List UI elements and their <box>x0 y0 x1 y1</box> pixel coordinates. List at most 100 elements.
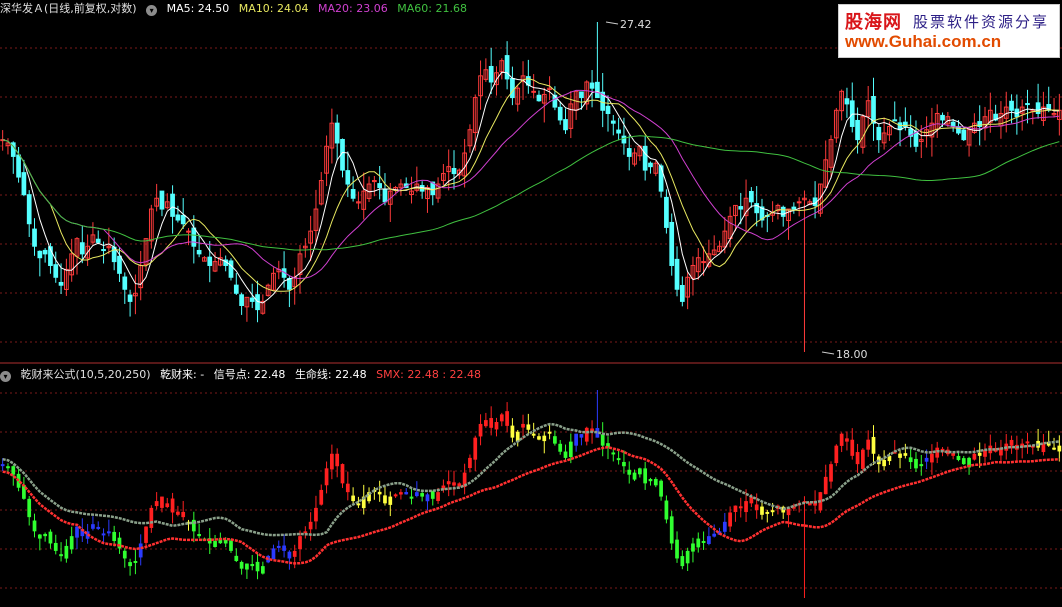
max-price-label: 27.42 <box>620 18 652 31</box>
candle-body <box>950 121 956 127</box>
candle-body <box>504 55 510 80</box>
indicator-candle <box>669 516 674 544</box>
indicator-candle <box>340 464 345 484</box>
indicator-candle <box>345 483 350 493</box>
indicator-candle <box>935 447 940 458</box>
candle-body <box>191 227 197 247</box>
candle-body <box>749 191 754 203</box>
indicator-candle <box>43 533 47 537</box>
indicator-candle <box>27 498 32 518</box>
indicator-candle <box>961 458 966 465</box>
candle-body <box>616 129 621 134</box>
indicator-candle <box>165 503 170 508</box>
indicator-candle <box>133 560 138 563</box>
candle-body <box>350 188 356 199</box>
candle-body <box>940 114 945 121</box>
indicator-candle <box>882 459 886 467</box>
indicator-candle <box>664 500 669 520</box>
indicator-candle <box>282 545 286 551</box>
candle-body <box>180 214 186 225</box>
indicator-candle <box>908 457 913 463</box>
indicator-panel <box>0 390 1062 598</box>
indicator-candle <box>871 436 876 454</box>
indicator-candle <box>446 481 451 485</box>
indicator-candle <box>972 453 977 460</box>
candle-body <box>175 214 181 221</box>
candle-body <box>186 230 191 233</box>
candle-body <box>127 294 133 302</box>
candle-body <box>536 94 542 102</box>
indicator-candle <box>728 512 732 527</box>
indicator-candle <box>234 555 239 561</box>
candle-body <box>531 90 537 93</box>
candle-body <box>557 106 563 121</box>
candle-body <box>855 119 860 141</box>
indicator-candle <box>271 548 276 560</box>
watermark-brand: 股海网 <box>845 12 902 33</box>
indicator-candle <box>914 458 918 469</box>
candle-body <box>334 122 340 144</box>
indicator-candle <box>414 492 419 497</box>
indicator-candle <box>829 464 833 482</box>
candle-body <box>610 120 616 124</box>
indicator-candle <box>436 492 440 502</box>
watermark-slogan: 股票软件资源分享 <box>913 13 1050 31</box>
indicator-candle <box>526 424 531 430</box>
indicator-candle <box>260 566 265 574</box>
indicator-candle <box>685 550 690 564</box>
indicator-candle <box>696 538 701 548</box>
candle-body <box>117 255 122 274</box>
indicator-candle <box>568 441 573 458</box>
indicator-candle <box>1057 445 1062 452</box>
indicator-candle <box>691 543 695 552</box>
indicator-candle <box>250 564 255 567</box>
indicator-candle <box>255 561 260 572</box>
indicator-candle <box>53 542 58 551</box>
indicator-candle <box>659 480 663 497</box>
ma10-line <box>2 78 1060 292</box>
indicator-candle <box>239 561 244 569</box>
indicator-candle <box>637 468 642 475</box>
candle-body <box>345 170 351 185</box>
indicator-candle <box>553 436 557 444</box>
candle-body <box>738 206 744 210</box>
indicator-candle <box>181 511 186 518</box>
candle-body <box>791 206 797 210</box>
indicator-candle <box>898 453 902 458</box>
indicator-candle <box>6 466 10 469</box>
indicator-candle <box>855 452 860 465</box>
indicator-candle <box>138 543 143 558</box>
candle-body <box>510 77 515 99</box>
indicator-candle <box>924 457 929 462</box>
indicator-candle <box>930 453 934 463</box>
candle-body <box>595 81 600 99</box>
candle-body <box>21 172 27 196</box>
candle-body <box>589 82 595 89</box>
indicator-candle <box>722 521 727 532</box>
candle-body <box>642 145 648 171</box>
candle-body <box>621 135 627 144</box>
indicator-candle <box>383 495 387 504</box>
indicator-candle <box>760 506 764 515</box>
indicator-candle <box>484 420 488 427</box>
indicator-candle <box>542 435 547 442</box>
candle-body <box>101 249 106 252</box>
indicator-candle <box>122 550 127 559</box>
indicator-candle <box>223 540 228 544</box>
indicator-candle <box>866 439 871 450</box>
indicator-candle <box>308 521 313 530</box>
extreme-labels: 27.42 18.00 <box>605 18 868 361</box>
indicator-candle <box>611 452 616 455</box>
watermark-url: www.Guhai.com.cn <box>845 32 1002 51</box>
indicator-candle <box>149 507 154 528</box>
indicator-candle <box>632 472 637 480</box>
indicator-candle <box>144 526 148 543</box>
indicator-candle <box>499 414 504 422</box>
candle-body <box>228 260 234 278</box>
candle-body <box>26 194 32 225</box>
candle-body <box>1035 102 1041 114</box>
indicator-candle <box>712 533 717 537</box>
indicator-candle <box>0 464 5 467</box>
indicator-candle <box>951 453 956 456</box>
candle-body <box>42 249 48 255</box>
